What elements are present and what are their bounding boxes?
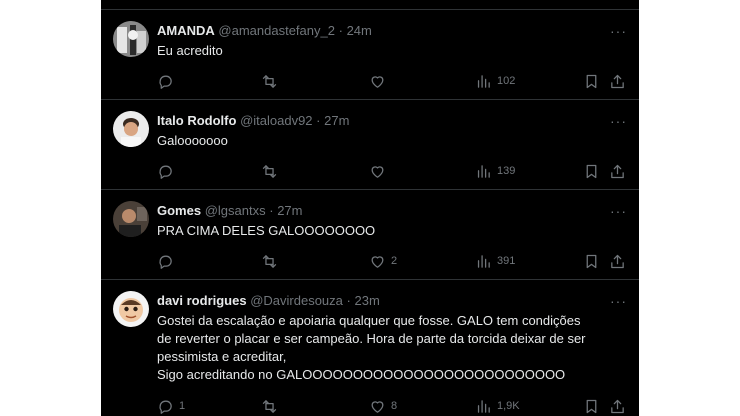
avatar[interactable]	[113, 21, 149, 57]
share-icon	[611, 164, 624, 178]
like-icon	[371, 165, 384, 178]
views-count: 102	[497, 75, 516, 87]
views-button[interactable]: 102	[475, 71, 515, 91]
retweet-icon	[262, 74, 277, 88]
bookmark-icon	[586, 399, 597, 413]
timestamp[interactable]: 23m	[354, 293, 379, 308]
timestamp[interactable]: 27m	[277, 203, 302, 218]
retweet-icon	[262, 399, 277, 413]
share-button[interactable]	[609, 71, 626, 91]
reply-icon	[159, 400, 172, 414]
more-icon[interactable]: ···	[610, 293, 627, 309]
timestamp[interactable]: 27m	[324, 113, 349, 128]
reply-button[interactable]	[157, 71, 179, 91]
reply-button[interactable]	[157, 251, 179, 271]
action-bar: 102	[157, 71, 627, 91]
share-button[interactable]	[609, 251, 626, 271]
views-count: 139	[497, 165, 516, 177]
views-count: 1,9K	[497, 400, 520, 412]
like-button[interactable]	[369, 71, 391, 91]
more-icon[interactable]: ···	[610, 23, 627, 39]
views-icon	[477, 74, 490, 88]
display-name[interactable]: davi rodrigues	[157, 293, 247, 308]
share-icon	[611, 254, 624, 268]
reply-button[interactable]: 1	[157, 396, 185, 416]
separator-dot: ·	[316, 113, 321, 128]
tweet-header: Gomes @lgsantxs · 27m	[157, 203, 302, 219]
user-handle[interactable]: @lgsantxs	[205, 203, 266, 218]
reply-button[interactable]	[157, 161, 179, 181]
separator-dot: ·	[346, 293, 351, 308]
avatar[interactable]	[113, 201, 149, 237]
more-icon[interactable]: ···	[610, 203, 627, 219]
action-bar: 1 8 1,9K	[157, 396, 627, 416]
reply-icon	[159, 165, 172, 179]
bookmark-button[interactable]	[583, 161, 600, 181]
user-handle[interactable]: @italoadv92	[240, 113, 312, 128]
views-icon	[477, 254, 490, 268]
share-button[interactable]	[609, 396, 626, 416]
tweet[interactable]: Italo Rodolfo @italoadv92 · 27m ··· Galo…	[101, 99, 639, 190]
tweet-text: Galooooooo	[157, 133, 228, 148]
like-button[interactable]: 2	[369, 251, 397, 271]
retweet-button[interactable]	[261, 161, 283, 181]
views-button[interactable]: 1,9K	[475, 396, 520, 416]
tweet-header: AMANDA @amandastefany_2 · 24m	[157, 23, 372, 39]
separator-dot: ·	[269, 203, 274, 218]
bookmark-button[interactable]	[583, 396, 600, 416]
views-icon	[477, 164, 490, 178]
like-icon	[371, 400, 384, 413]
views-button[interactable]: 391	[475, 251, 515, 271]
avatar[interactable]	[113, 291, 149, 327]
tweet[interactable]: davi rodrigues @Davirdesouza · 23m ··· G…	[101, 279, 639, 416]
share-icon	[611, 74, 624, 88]
tweet[interactable]: AMANDA @amandastefany_2 · 24m ··· Eu acr…	[101, 9, 639, 100]
user-handle[interactable]: @amandastefany_2	[218, 23, 335, 38]
like-icon	[371, 255, 384, 268]
more-icon[interactable]: ···	[610, 113, 627, 129]
bookmark-button[interactable]	[583, 71, 600, 91]
reply-count: 1	[179, 400, 186, 412]
like-button[interactable]: 8	[369, 396, 397, 416]
tweet-text: PRA CIMA DELES GALOOOOOOOO	[157, 223, 376, 238]
action-bar: 2 391	[157, 251, 627, 271]
like-count: 2	[391, 255, 398, 267]
bookmark-icon	[586, 164, 597, 178]
timeline-feed: AMANDA @amandastefany_2 · 24m ··· Eu acr…	[101, 0, 639, 416]
views-count: 391	[497, 255, 516, 267]
user-handle[interactable]: @Davirdesouza	[250, 293, 343, 308]
reply-icon	[159, 255, 172, 269]
display-name[interactable]: Gomes	[157, 203, 201, 218]
separator-dot: ·	[338, 23, 343, 38]
tweet-header: davi rodrigues @Davirdesouza · 23m	[157, 293, 380, 309]
action-bar: 139	[157, 161, 627, 181]
like-button[interactable]	[369, 161, 391, 181]
tweet-text: Eu acredito	[157, 43, 223, 58]
views-icon	[477, 399, 490, 413]
avatar[interactable]	[113, 111, 149, 147]
like-icon	[371, 75, 384, 88]
bookmark-icon	[586, 254, 597, 268]
views-button[interactable]: 139	[475, 161, 515, 181]
timestamp[interactable]: 24m	[347, 23, 372, 38]
bookmark-icon	[586, 74, 597, 88]
display-name[interactable]: AMANDA	[157, 23, 215, 38]
retweet-button[interactable]	[261, 71, 283, 91]
tweet-text: Gostei da escalação e apoiaria qualquer …	[157, 313, 586, 382]
retweet-icon	[262, 254, 277, 268]
tweet[interactable]: Gomes @lgsantxs · 27m ··· PRA CIMA DELES…	[101, 189, 639, 280]
display-name[interactable]: Italo Rodolfo	[157, 113, 236, 128]
reply-icon	[159, 75, 172, 89]
share-icon	[611, 399, 624, 413]
retweet-button[interactable]	[261, 251, 283, 271]
retweet-button[interactable]	[261, 396, 283, 416]
share-button[interactable]	[609, 161, 626, 181]
retweet-icon	[262, 164, 277, 178]
tweet-header: Italo Rodolfo @italoadv92 · 27m	[157, 113, 349, 129]
bookmark-button[interactable]	[583, 251, 600, 271]
like-count: 8	[391, 400, 398, 412]
